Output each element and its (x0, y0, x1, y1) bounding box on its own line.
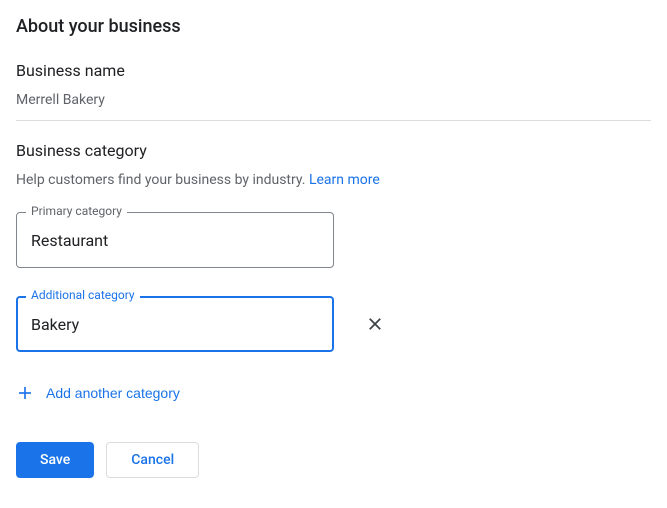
business-category-helper: Help customers find your business by ind… (16, 172, 651, 188)
business-name-value[interactable]: Merrell Bakery (16, 92, 651, 120)
add-another-category-button[interactable]: Add another category (16, 380, 180, 406)
add-another-label: Add another category (46, 385, 180, 401)
additional-category-input[interactable] (16, 296, 334, 352)
divider (16, 120, 651, 121)
plus-icon (16, 384, 34, 402)
cancel-button[interactable]: Cancel (106, 442, 199, 478)
business-category-label: Business category (16, 141, 651, 160)
primary-category-label: Primary category (26, 204, 127, 218)
business-name-label: Business name (16, 61, 651, 80)
primary-category-field: Primary category (16, 212, 334, 268)
remove-category-button[interactable] (358, 307, 392, 341)
additional-category-field: Additional category (16, 296, 334, 352)
page-title: About your business (16, 16, 651, 37)
helper-text: Help customers find your business by ind… (16, 172, 309, 188)
learn-more-link[interactable]: Learn more (309, 172, 380, 188)
save-button[interactable]: Save (16, 442, 94, 478)
primary-category-input[interactable] (16, 212, 334, 268)
button-row: Save Cancel (16, 442, 651, 478)
additional-category-label: Additional category (26, 288, 140, 302)
close-icon (366, 315, 384, 333)
